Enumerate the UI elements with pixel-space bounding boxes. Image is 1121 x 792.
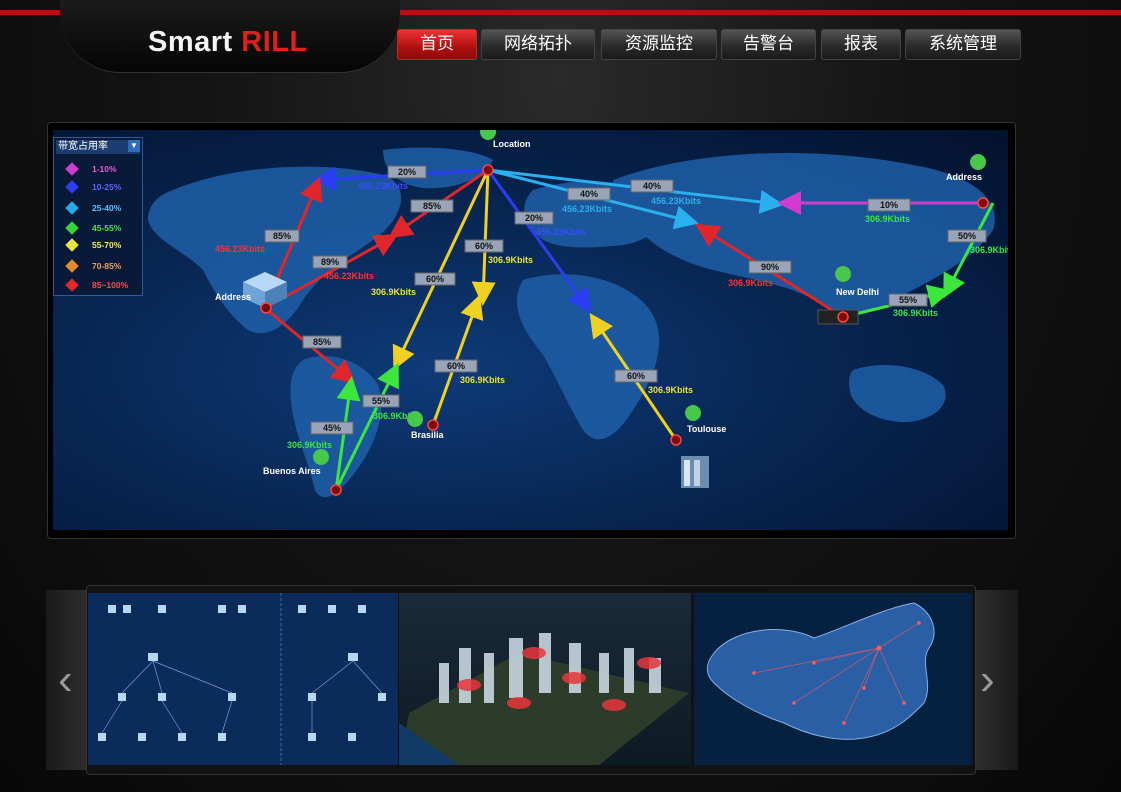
svg-text:456.23Kbits: 456.23Kbits xyxy=(324,271,374,281)
nav-alerts[interactable]: 告警台 xyxy=(721,29,816,60)
nav-system[interactable]: 系统管理 xyxy=(905,29,1021,60)
svg-text:306.9Kbits: 306.9Kbits xyxy=(371,287,416,297)
legend-gem-icon xyxy=(65,238,79,252)
svg-text:20%: 20% xyxy=(398,167,416,177)
svg-text:60%: 60% xyxy=(447,361,465,371)
link-label: 10% 306.9Kbits xyxy=(865,198,911,224)
svg-text:306.9Kbits: 306.9Kbits xyxy=(488,255,533,265)
svg-text:Address: Address xyxy=(946,172,982,182)
topology-preview xyxy=(88,593,398,765)
svg-text:60%: 60% xyxy=(475,241,493,251)
thumbnail-smart-city[interactable] xyxy=(399,593,691,765)
svg-text:Buenos Aires: Buenos Aires xyxy=(263,466,321,476)
nav-home[interactable]: 首页 xyxy=(397,29,477,60)
brand-part1: Smart xyxy=(148,26,233,58)
link-label: 85% xyxy=(264,229,300,243)
node-location: Location xyxy=(480,130,531,176)
carousel-next-icon[interactable]: › xyxy=(980,655,995,705)
node-toulouse: Toulouse xyxy=(670,405,726,488)
legend-gem-icon xyxy=(65,162,79,176)
svg-text:50%: 50% xyxy=(958,231,976,241)
svg-text:40%: 40% xyxy=(643,181,661,191)
svg-text:89%: 89% xyxy=(321,257,339,267)
svg-text:20%: 20% xyxy=(525,213,543,223)
brand-part2: RILL xyxy=(241,26,308,58)
link-label: 60% 306.9Kbits xyxy=(464,239,533,265)
china-map-preview xyxy=(694,593,972,765)
svg-text:45%: 45% xyxy=(323,423,341,433)
svg-text:456.23Kbits: 456.23Kbits xyxy=(562,204,612,214)
nav-monitoring[interactable]: 资源监控 xyxy=(601,29,717,60)
svg-text:306.9Kbits: 306.9Kbits xyxy=(865,214,910,224)
link-label: 85% xyxy=(302,335,342,349)
brand-logo[interactable]: Smart RILL xyxy=(148,26,308,59)
legend-gem-icon xyxy=(65,180,79,194)
legend-gem-icon xyxy=(65,201,79,215)
svg-text:Toulouse: Toulouse xyxy=(687,424,726,434)
thumbnail-topology[interactable] xyxy=(88,593,398,765)
svg-text:60%: 60% xyxy=(426,274,444,284)
link-label: 55% 306.9Kbits xyxy=(888,293,938,318)
svg-text:456.23Kbits: 456.23Kbits xyxy=(651,196,701,206)
legend-gem-icon xyxy=(65,221,79,235)
svg-text:456.23Kbits: 456.23Kbits xyxy=(536,227,586,237)
svg-text:10%: 10% xyxy=(880,200,898,210)
node-brasilia: Brasilia xyxy=(407,411,445,445)
svg-text:306.9Kbits: 306.9Kbits xyxy=(648,385,693,395)
svg-text:40%: 40% xyxy=(580,189,598,199)
bandwidth-legend: 带宽占用率 ▼ 1-10% 10-25% 25-40% 45-55% 55-70… xyxy=(53,137,143,296)
svg-text:Address: Address xyxy=(215,292,251,302)
svg-text:90%: 90% xyxy=(761,262,779,272)
legend-dropdown-icon[interactable]: ▼ xyxy=(128,140,140,152)
svg-text:306.9Kbits: 306.9Kbits xyxy=(287,440,332,450)
svg-text:55%: 55% xyxy=(899,295,917,305)
svg-text:306.9Kbits: 306.9Kbits xyxy=(728,278,773,288)
nav-reports[interactable]: 报表 xyxy=(821,29,901,60)
world-map-svg: 20% 456.23Kbits 85% 85% 456.23Kbits 89% 456… xyxy=(148,130,1008,498)
thumbnail-china-map[interactable] xyxy=(694,593,972,765)
svg-text:55%: 55% xyxy=(372,396,390,406)
svg-text:306.9Kbits: 306.9Kbits xyxy=(893,308,938,318)
svg-text:306.9Kbits: 306.9Kbits xyxy=(970,245,1008,255)
svg-text:456.23Kbits: 456.23Kbits xyxy=(215,244,265,254)
svg-text:306.9Kbits: 306.9Kbits xyxy=(460,375,505,385)
legend-gem-icon xyxy=(65,278,79,292)
nav-topology[interactable]: 网络拓扑 xyxy=(481,29,595,60)
carousel-prev-icon[interactable]: ‹ xyxy=(58,655,73,705)
legend-gem-icon xyxy=(65,259,79,273)
smart-city-preview xyxy=(399,593,691,765)
svg-text:85%: 85% xyxy=(273,231,291,241)
svg-text:456.23Kbits: 456.23Kbits xyxy=(358,181,408,191)
svg-text:85%: 85% xyxy=(313,337,331,347)
svg-text:85%: 85% xyxy=(423,201,441,211)
svg-text:60%: 60% xyxy=(627,371,645,381)
svg-text:Brasilia: Brasilia xyxy=(411,430,445,440)
link-label: 60% 306.9Kbits xyxy=(434,359,505,385)
svg-text:Location: Location xyxy=(493,139,531,149)
link-label: 60% 306.9Kbits xyxy=(371,272,456,297)
svg-text:New Delhi: New Delhi xyxy=(836,287,879,297)
network-world-map[interactable]: 20% 456.23Kbits 85% 85% 456.23Kbits 89% 456… xyxy=(53,130,1008,530)
